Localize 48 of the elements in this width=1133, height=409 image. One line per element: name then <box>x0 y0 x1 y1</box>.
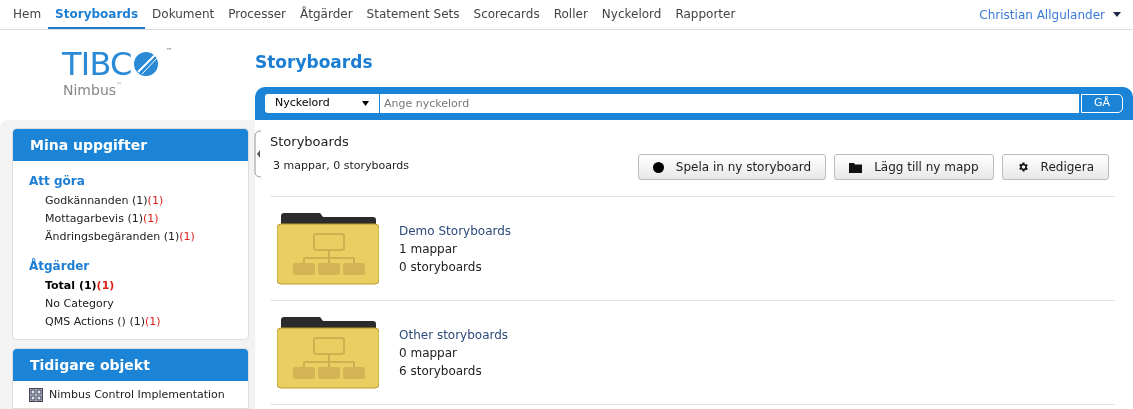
folder-icon <box>849 161 863 173</box>
task-link[interactable]: Mottagarbevis (1)(1) <box>29 210 232 228</box>
folder-icon <box>277 315 379 390</box>
folder-link[interactable]: Other storyboards <box>399 325 509 344</box>
nav-tab[interactable]: Rapporter <box>668 0 743 29</box>
folder-count: 1 mappar <box>399 240 458 258</box>
record-icon <box>652 161 664 173</box>
caret-icon <box>362 101 369 106</box>
user-menu[interactable]: Christian Allgulander <box>979 0 1127 29</box>
task-link[interactable]: Godkännanden (1)(1) <box>29 192 232 210</box>
recent-link[interactable]: Nimbus Control Implementation <box>49 387 225 404</box>
panel-header: Tidigare objekt <box>13 349 248 381</box>
storyboard-count: 6 storyboards <box>399 362 483 380</box>
group-heading[interactable]: Åtgärder <box>29 257 232 275</box>
nav-tab[interactable]: Roller <box>546 0 595 29</box>
logo-text: TIBC <box>62 48 132 80</box>
nav-tab[interactable]: Hem <box>6 0 49 29</box>
logo-subtitle: Nimbus <box>63 81 117 100</box>
task-link[interactable]: Total (1)(1) <box>29 277 232 295</box>
nav-tab[interactable]: Åtgärder <box>293 0 360 29</box>
collapse-handle[interactable] <box>253 130 263 178</box>
content-heading: Storyboards <box>270 133 350 151</box>
search-field[interactable]: Ange nyckelord <box>380 94 1079 113</box>
gear-icon <box>1016 161 1029 173</box>
content-summary: 3 mappar, 0 storyboards <box>272 157 409 174</box>
panel-header: Mina uppgifter <box>13 129 248 161</box>
task-link[interactable]: No Category <box>29 295 232 313</box>
nav-tab[interactable]: Scorecards <box>466 0 547 29</box>
task-link[interactable]: QMS Actions () (1)(1) <box>29 313 232 331</box>
go-button[interactable]: GÅ <box>1081 94 1123 113</box>
toolbar-button[interactable]: Redigera <box>1001 154 1109 180</box>
folder-icon <box>277 211 379 286</box>
scope-dropdown[interactable]: Nyckelord <box>265 94 380 113</box>
nav-tab[interactable]: Storyboards <box>48 0 146 29</box>
toolbar-button[interactable]: Lägg till ny mapp <box>834 154 994 180</box>
folder-link[interactable]: Demo Storyboards <box>399 221 512 240</box>
caret-icon <box>1113 12 1121 17</box>
group-heading[interactable]: Att göra <box>29 172 232 190</box>
folder-count: 0 mappar <box>399 344 458 362</box>
nav-tab[interactable]: Nyckelord <box>594 0 669 29</box>
diagram-icon <box>29 388 43 403</box>
nav-tab[interactable]: Dokument <box>145 0 222 29</box>
task-link[interactable]: Ändringsbegäranden (1)(1) <box>29 228 232 246</box>
page-title: Storyboards <box>255 51 374 74</box>
nav-tab[interactable]: Statement Sets <box>359 0 467 29</box>
storyboard-count: 0 storyboards <box>399 258 483 276</box>
nav-tab[interactable]: Processer <box>221 0 294 29</box>
toolbar-button[interactable]: Spela in ny storyboard <box>637 154 827 180</box>
